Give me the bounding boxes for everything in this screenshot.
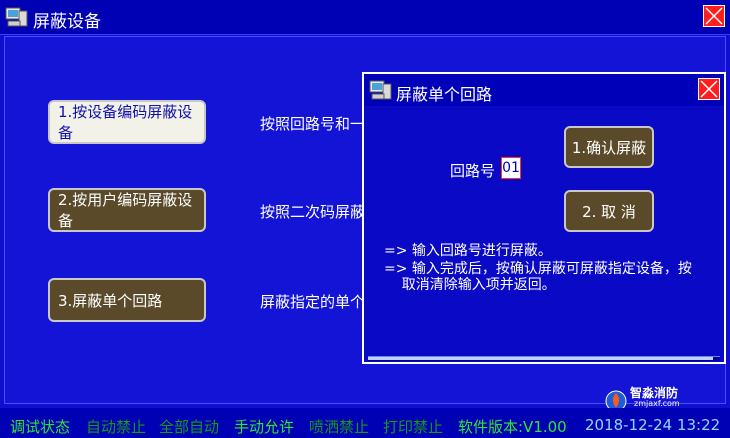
dialog-close-button[interactable] [698, 78, 720, 100]
status-item: 喷洒禁止 [309, 418, 370, 436]
hint-line: 取消清除输入项并返回。 [384, 277, 556, 293]
menu-button-single-loop[interactable]: 3.屏蔽单个回路 [48, 278, 206, 322]
status-item: 手动允许 [234, 418, 295, 436]
menu-desc-single-loop: 屏蔽指定的单个 [260, 293, 366, 311]
loop-number-input[interactable]: 01 [501, 157, 521, 179]
loop-number-label: 回路号 [450, 162, 496, 180]
menu-button-by-user-code[interactable]: 2.按用户编码屏蔽设备 [48, 188, 206, 232]
progress-fill [368, 357, 713, 360]
close-icon [705, 7, 723, 25]
menu-desc-by-user-code: 按照二次码屏蔽 [260, 203, 366, 221]
computer-icon [5, 7, 28, 27]
hint-line: => 输入回路号进行屏蔽。 [384, 243, 552, 259]
software-version: 软件版本:V1.00 [458, 418, 567, 436]
title-bar: 屏蔽设备 [0, 0, 730, 35]
datetime: 2018-12-24 13:22 [585, 416, 721, 434]
progress-bar [368, 356, 720, 361]
cancel-button[interactable]: 2. 取 消 [564, 190, 654, 232]
dialog-title-bar: 屏蔽单个回路 [364, 74, 724, 106]
shield-loop-dialog: 屏蔽单个回路 回路号 01 1.确认屏蔽 2. 取 消 => 输入回路号进行屏蔽… [362, 72, 726, 364]
confirm-shield-button[interactable]: 1.确认屏蔽 [564, 126, 654, 168]
close-button[interactable] [703, 5, 725, 27]
status-item: 全部自动 [159, 418, 220, 436]
status-item: 自动禁止 [86, 418, 147, 436]
computer-icon [369, 80, 392, 100]
status-item: 打印禁止 [383, 418, 444, 436]
menu-desc-by-device-code: 按照回路号和一 [260, 115, 366, 133]
dialog-title: 屏蔽单个回路 [396, 85, 493, 104]
watermark-url: zmjaxf.com [634, 399, 680, 408]
status-bar: 调试状态 自动禁止 全部自动 手动允许 喷洒禁止 打印禁止 软件版本:V1.00… [0, 408, 730, 438]
menu-button-by-device-code[interactable]: 1.按设备编码屏蔽设备 [48, 100, 206, 144]
window-title: 屏蔽设备 [33, 12, 101, 32]
status-item: 调试状态 [10, 418, 71, 436]
close-icon [700, 80, 718, 98]
